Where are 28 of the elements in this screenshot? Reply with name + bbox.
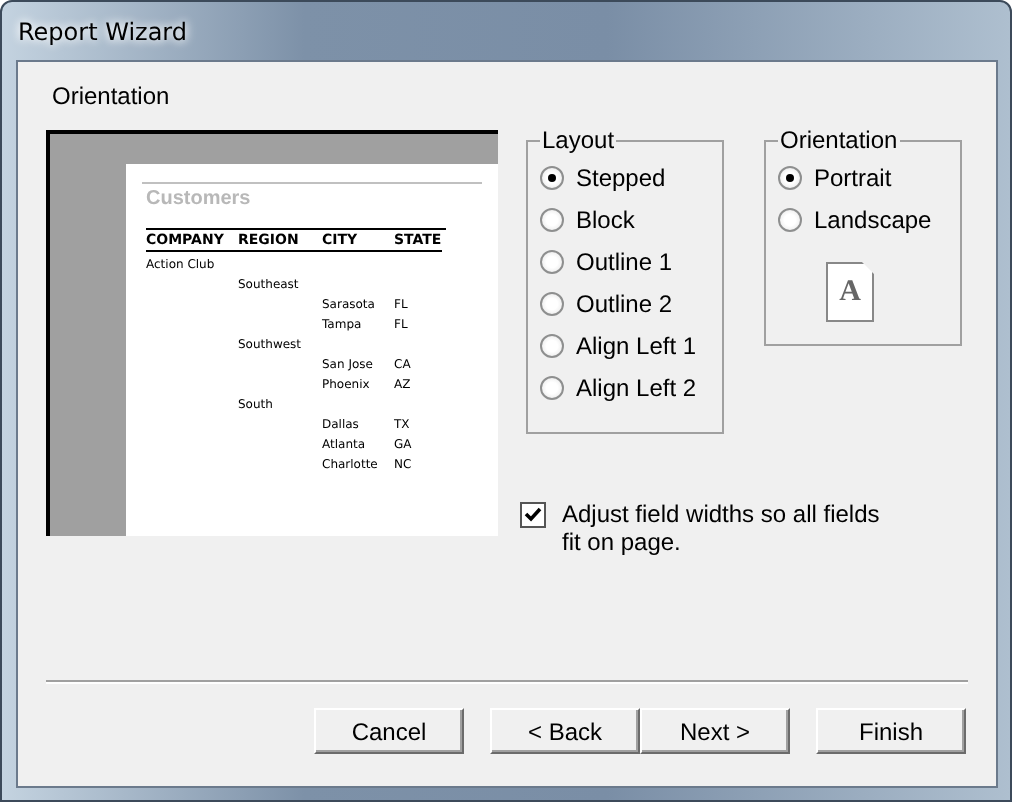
radio-label: Portrait [814,163,892,191]
radio-button[interactable] [540,333,564,357]
radio-button[interactable] [540,291,564,315]
radio-button[interactable] [540,207,564,231]
preview-title: Customers [142,182,482,210]
radio-label: Block [576,205,635,233]
dialog-button[interactable]: < Back [490,708,640,754]
radio-button[interactable] [778,207,802,231]
dialog-button[interactable]: Finish [816,708,966,754]
radio-button[interactable] [540,375,564,399]
step-heading: Orientation [52,82,170,110]
radio-label: Landscape [814,205,932,233]
page-letter: A [839,275,861,309]
radio-label: Stepped [576,163,666,191]
radio-label: Outline 1 [576,247,673,275]
radio-label: Align Left 1 [576,331,697,359]
group-label: Orientation [778,126,900,154]
checkbox-label: Adjust field widths so all fields fit on page. [562,500,882,556]
radio-button[interactable] [778,165,802,189]
radio-button[interactable] [540,165,564,189]
dialog-button[interactable]: Next > [640,708,790,754]
group-label: Layout [540,126,617,154]
radio-label: Align Left 2 [576,373,697,401]
window-title: Report Wizard [18,17,188,45]
radio-button[interactable] [540,249,564,273]
checkbox[interactable] [520,502,546,528]
radio-label: Outline 2 [576,289,673,317]
dialog-button[interactable]: Cancel [314,708,464,754]
